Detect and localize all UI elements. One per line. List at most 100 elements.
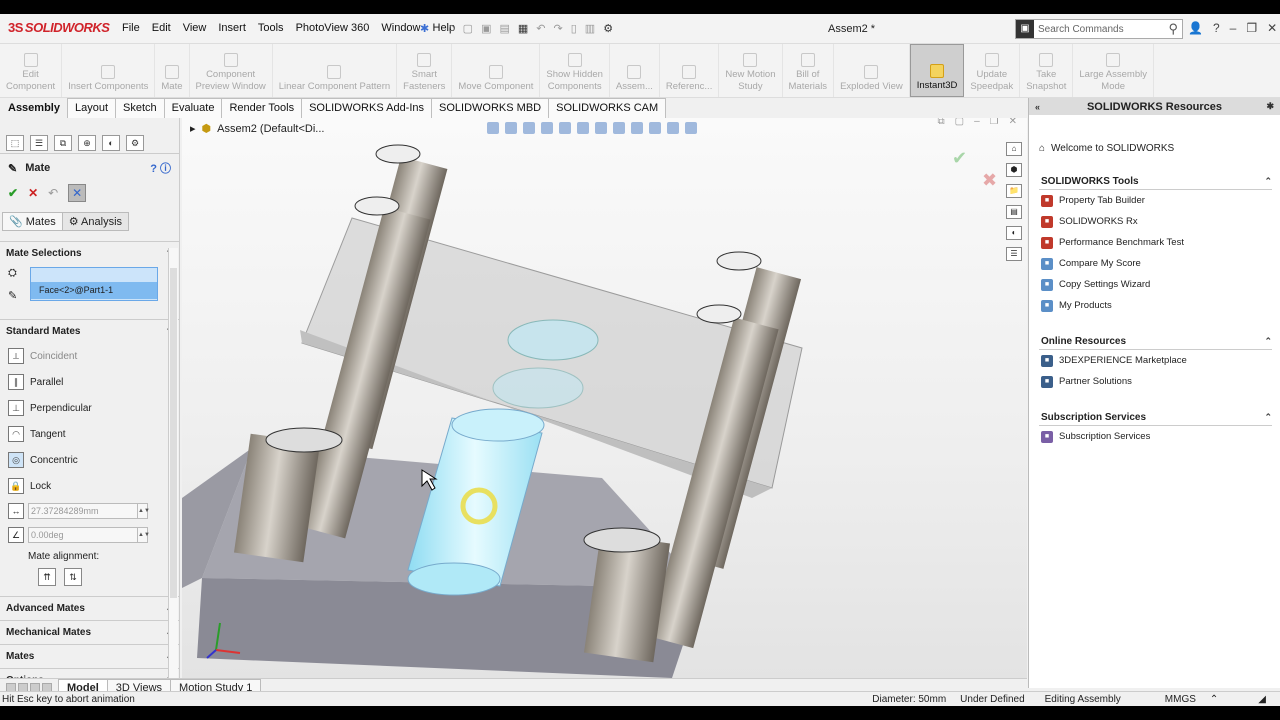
angle-input[interactable]: 0.00deg ▲▼ [28,527,150,543]
expand-arrow-icon[interactable]: ▸ [190,122,196,135]
select-icon[interactable]: ▯ [571,22,577,35]
mates-header[interactable]: Mates ⌄ [0,644,179,668]
command-button[interactable]: New Motion Study [719,44,783,97]
collapse-pane-icon[interactable]: « [1035,102,1040,112]
command-button[interactable]: Move Component [452,44,541,97]
scrollbar-thumb[interactable] [170,268,177,598]
hole-selected-bottom[interactable] [492,367,584,409]
keep-visible-pin-icon[interactable]: ✕ [68,184,87,202]
home-icon[interactable]: ⌂ [1006,142,1022,156]
command-button[interactable]: Bill of Materials [783,44,835,97]
redo-icon[interactable]: ↷ [554,22,563,35]
undo-icon[interactable]: ↶ [536,22,545,35]
command-button[interactable]: Component Preview Window [190,44,273,97]
tab-addins[interactable]: SOLIDWORKS Add-Ins [301,98,433,118]
resources-link[interactable]: ■ My Products [1029,295,1280,316]
anti-aligned-button[interactable]: ⇅ [64,568,82,586]
command-button[interactable]: Instant3D [909,44,965,97]
search-scope-icon[interactable]: ▣ [1016,20,1034,38]
display-pane-icon[interactable] [685,122,697,134]
close-icon[interactable]: ✕ [1267,21,1277,35]
command-button[interactable]: Edit Component [0,44,63,97]
mate-tangent[interactable]: ◠ Tangent [0,421,179,447]
previous-view-icon[interactable] [523,122,535,134]
resources-link[interactable]: ■ SOLIDWORKS Rx [1029,211,1280,232]
design-library-icon[interactable]: ⬢ [1006,163,1022,177]
pin-pane-icon[interactable]: ✱ [1266,101,1274,112]
command-button[interactable]: Update Speedpak [964,44,1021,97]
resources-link[interactable]: ■ Partner Solutions [1029,371,1280,392]
dynamic-annotation-icon[interactable] [559,122,571,134]
minimize-icon[interactable]: – [1230,21,1237,35]
resources-link[interactable]: ■ Subscription Services [1029,426,1280,447]
collapse-chevron-icon[interactable]: ⌃ [1264,336,1272,347]
assembly-model-viewport[interactable] [182,118,1027,678]
selection-item[interactable]: Face<2>@Part1-1 [31,282,157,299]
resources-link[interactable]: ■ Property Tab Builder [1029,190,1280,211]
print-icon[interactable]: ▦ [518,22,528,35]
confirmation-cancel-icon[interactable]: ✖ [982,170,997,191]
status-units[interactable]: MMGS [1165,694,1196,705]
hide-show-icon[interactable] [613,122,625,134]
zoom-to-area-icon[interactable] [505,122,517,134]
tab-mates[interactable]: 📎 Mates [2,212,63,231]
command-button[interactable]: Exploded View [834,44,910,97]
resources-link[interactable]: ■ 3DEXPERIENCE Marketplace [1029,350,1280,371]
cancel-button[interactable]: ✕ [28,186,38,200]
command-button[interactable]: Insert Components [62,44,156,97]
standard-mates-header[interactable]: Standard Mates ⌃ [0,319,179,343]
resources-section-header[interactable]: SOLIDWORKS Tools ⌃ [1039,172,1272,190]
tab-render-tools[interactable]: Render Tools [221,98,303,118]
options-gear-icon[interactable]: ⚙ [603,22,613,35]
graphics-area[interactable]: ▸ ⬢ Assem2 (Default<Di... ⧉ ▢ – ❐ ✕ ✔ ✖ [182,118,1027,678]
mate-concentric[interactable]: ◎ Concentric [0,447,179,473]
resources-section-header[interactable]: Online Resources ⌃ [1039,332,1272,350]
apply-scene-icon[interactable] [649,122,661,134]
search-icon[interactable]: ⚲ [1168,21,1178,37]
open-icon[interactable]: ▣ [481,22,491,35]
view-orientation-icon[interactable] [577,122,589,134]
command-button[interactable]: Show Hidden Components [540,44,610,97]
mechanical-mates-header[interactable]: Mechanical Mates ⌄ [0,620,179,644]
mate-lock[interactable]: 🔒 Lock [0,473,179,499]
help-icon[interactable]: ? [1213,21,1220,35]
tab-analysis[interactable]: ⚙ Analysis [61,212,130,231]
units-dropdown-icon[interactable]: ⌃ [1210,694,1218,705]
menu-edit[interactable]: Edit [146,22,177,34]
help-icon[interactable]: ? ⓘ [150,160,171,176]
undo-icon[interactable]: ↶ [48,186,58,200]
hole-selected-top[interactable] [507,319,599,361]
command-button[interactable]: Mate [155,44,190,97]
command-button[interactable]: Take Snapshot [1020,44,1074,97]
display-manager-icon[interactable]: ◐ [102,134,120,151]
user-icon[interactable]: 👤 [1188,21,1203,35]
welcome-link[interactable]: ⌂ Welcome to SOLIDWORKS [1029,133,1280,164]
resources-link[interactable]: ■ Copy Settings Wizard [1029,274,1280,295]
spinner-icon[interactable]: ▲▼ [137,504,150,518]
edit-appearance-icon[interactable] [631,122,643,134]
menu-file[interactable]: File [116,22,146,34]
section-view-icon[interactable] [541,122,553,134]
restore-icon[interactable]: ❐ [990,118,999,127]
pin-menu-icon[interactable]: ✱ [420,22,429,35]
mate-perpendicular[interactable]: ⊥ Perpendicular [0,395,179,421]
command-button[interactable]: Linear Component Pattern [273,44,398,97]
menu-insert[interactable]: Insert [212,22,252,34]
property-manager-icon[interactable]: ☰ [30,134,48,151]
display-style-icon[interactable] [595,122,607,134]
menu-view[interactable]: View [177,22,213,34]
zoom-to-fit-icon[interactable] [487,122,499,134]
resources-section-header[interactable]: Subscription Services ⌃ [1039,408,1272,426]
tab-mbd[interactable]: SOLIDWORKS MBD [431,98,550,118]
search-commands[interactable]: ▣ Search Commands ⚲ [1015,19,1183,39]
ok-button[interactable]: ✔ [8,186,18,200]
menu-window[interactable]: Window [375,22,426,34]
confirmation-ok-icon[interactable]: ✔ [952,148,967,169]
spinner-icon[interactable]: ▲▼ [137,528,150,542]
tab-sketch[interactable]: Sketch [115,98,165,118]
window-icon[interactable]: ▢ [955,118,964,127]
save-icon[interactable]: ▤ [499,22,509,35]
command-button[interactable]: Assem... [610,44,660,97]
tab-assembly[interactable]: Assembly [0,98,68,118]
command-button[interactable]: Referenc... [660,44,720,97]
